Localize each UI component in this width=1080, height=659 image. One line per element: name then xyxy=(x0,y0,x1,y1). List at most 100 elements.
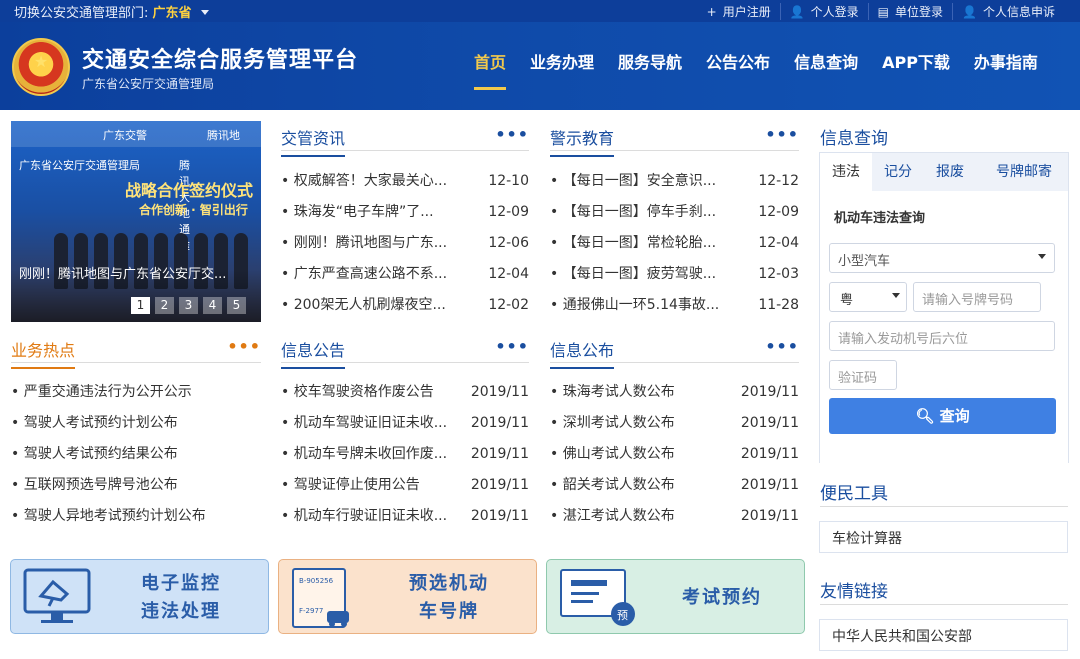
nav-app-download[interactable]: APP下载 xyxy=(882,49,950,73)
dept-name[interactable]: 广东省 xyxy=(153,6,192,21)
carousel-page-4[interactable]: 4 xyxy=(203,297,222,314)
publish-more-button[interactable]: ••• xyxy=(765,337,799,356)
account-links: + 用户注册 👤 个人登录 ▤ 单位登录 👤 个人信息申诉 xyxy=(698,3,1064,20)
list-item[interactable]: • 驾驶人考试预约结果公布 xyxy=(11,439,261,470)
notice-title[interactable]: 信息公告 xyxy=(281,337,346,369)
personal-login-link[interactable]: 👤 个人登录 xyxy=(779,3,868,20)
nav-announcements[interactable]: 公告公布 xyxy=(706,49,770,73)
unit-login-link[interactable]: ▤ 单位登录 xyxy=(867,3,952,20)
caret-down-icon[interactable] xyxy=(200,10,209,15)
notice-more-button[interactable]: ••• xyxy=(495,337,529,356)
chevron-down-icon xyxy=(1038,254,1046,259)
hot-section: 业务热点 ••• • 严重交通违法行为公开公示 • 驾驶人考试预约计划公布 • … xyxy=(11,333,261,532)
list-item[interactable]: • 严重交通违法行为公开公示 xyxy=(11,377,261,408)
register-link[interactable]: + 用户注册 xyxy=(698,3,780,20)
list-item[interactable]: • 驾驶人异地考试预约计划公布 xyxy=(11,501,261,532)
card-2-label-line1: 预选机动 xyxy=(409,573,489,594)
list-item[interactable]: • 机动车驾驶证旧证未收... 2019/11 xyxy=(281,408,529,439)
personal-login-label[interactable]: 个人登录 xyxy=(811,3,859,20)
carousel-page-3[interactable]: 3 xyxy=(179,297,198,314)
vehicle-type-select[interactable]: 小型汽车 xyxy=(829,243,1055,273)
nav-service-guide[interactable]: 服务导航 xyxy=(618,49,682,73)
list-item[interactable]: • 湛江考试人数公布 2019/11 xyxy=(550,501,799,532)
register-label[interactable]: 用户注册 xyxy=(723,3,771,20)
publish-title[interactable]: 信息公布 xyxy=(550,337,615,369)
nav-info-query[interactable]: 信息查询 xyxy=(794,49,858,73)
province-select[interactable]: 粤 xyxy=(829,282,907,312)
exam-appointment-card[interactable]: 预 考试预约 xyxy=(546,559,805,634)
tab-points[interactable]: 记分 xyxy=(872,153,924,191)
appeal-label[interactable]: 个人信息申诉 xyxy=(983,3,1055,20)
list-item[interactable]: • 通报佛山一环5.14事故... 11-28 xyxy=(550,290,799,321)
list-item[interactable]: • 【每日一图】停车手刹... 12-09 xyxy=(550,197,799,228)
appeal-link[interactable]: 👤 个人信息申诉 xyxy=(952,3,1064,20)
warning-title[interactable]: 警示教育 xyxy=(550,125,615,157)
list-item[interactable]: • 深圳考试人数公布 2019/11 xyxy=(550,408,799,439)
dept-switcher[interactable]: 切换公安交通管理部门: 广东省 xyxy=(14,2,209,21)
banner-caption[interactable]: 刚刚！腾讯地图与广东省公安厅交... xyxy=(19,263,255,282)
banner-orgs: 广东省公安厅交通管理局 腾讯大地通途 xyxy=(19,157,190,252)
news-more-button[interactable]: ••• xyxy=(495,125,529,144)
carousel-page-1[interactable]: 1 xyxy=(131,297,150,314)
query-title: 信息查询 xyxy=(820,129,888,149)
query-button[interactable]: 🔍︎ 查询 xyxy=(829,398,1056,434)
mps-link[interactable]: 中华人民共和国公安部 xyxy=(819,619,1068,651)
list-item[interactable]: • 机动车行驶证旧证未收... 2019/11 xyxy=(281,501,529,532)
warning-more-button[interactable]: ••• xyxy=(765,125,799,144)
list-item[interactable]: • 权威解答！大家最关心... 12-10 xyxy=(281,166,529,197)
notice-header: 信息公告 ••• xyxy=(281,333,529,369)
banner-headline: 战略合作签约仪式 xyxy=(125,181,254,200)
site-title[interactable]: 交通安全综合服务管理平台 xyxy=(82,42,358,74)
inspection-calculator-link[interactable]: 车检计算器 xyxy=(819,521,1068,553)
dept-prefix: 切换公安交通管理部门: xyxy=(14,6,149,21)
list-item[interactable]: • 【每日一图】疲劳驾驶... 12-03 xyxy=(550,259,799,290)
list-item[interactable]: • 机动车号牌未收回作废... 2019/11 xyxy=(281,439,529,470)
warning-section: 警示教育 ••• • 【每日一图】安全意识... 12-12 • 【每日一图】停车… xyxy=(550,121,799,321)
nav-business[interactable]: 业务办理 xyxy=(530,49,594,73)
plate-preselect-card[interactable]: B-905256 F-2977 预选机动 车号牌 xyxy=(278,559,537,634)
list-item[interactable]: • 【每日一图】常检轮胎... 12-04 xyxy=(550,228,799,259)
list-item[interactable]: • 韶关考试人数公布 2019/11 xyxy=(550,470,799,501)
news-header: 交管资讯 ••• xyxy=(281,121,529,157)
e-monitor-violation-card[interactable]: 电子监控 违法处理 xyxy=(10,559,269,634)
list-item[interactable]: • 200架无人机刷爆夜空... 12-02 xyxy=(281,290,529,321)
nav-home[interactable]: 首页 xyxy=(474,49,507,90)
list-item[interactable]: • 驾驶人考试预约计划公布 xyxy=(11,408,261,439)
query-form-title: 机动车违法查询 xyxy=(834,211,926,226)
list-item[interactable]: • 【每日一图】安全意识... 12-12 xyxy=(550,166,799,197)
captcha-input[interactable]: 验证码 xyxy=(829,360,897,390)
list-item[interactable]: • 佛山考试人数公布 2019/11 xyxy=(550,439,799,470)
hot-list: • 严重交通违法行为公开公示 • 驾驶人考试预约计划公布 • 驾驶人考试预约结果… xyxy=(11,377,261,532)
news-title[interactable]: 交管资讯 xyxy=(281,125,346,157)
list-item[interactable]: • 珠海发“电子车牌”了... 12-09 xyxy=(281,197,529,228)
list-item[interactable]: • 互联网预选号牌号池公布 xyxy=(11,470,261,501)
hot-more-button[interactable]: ••• xyxy=(227,337,261,356)
hot-title[interactable]: 业务热点 xyxy=(11,337,76,369)
police-emblem-logo[interactable]: ★ xyxy=(12,38,70,96)
plus-icon: + xyxy=(706,4,717,19)
nav-guide[interactable]: 办事指南 xyxy=(974,49,1038,73)
list-item[interactable]: • 驾驶证停止使用公告 2019/11 xyxy=(281,470,529,501)
news-carousel[interactable]: 广东交警 腾讯地 广东省公安厅交通管理局 腾讯大地通途 战略合作签约仪式 合作创… xyxy=(11,121,261,322)
news-list: • 权威解答！大家最关心... 12-10 • 珠海发“电子车牌”了... 12-0… xyxy=(281,166,529,321)
list-item[interactable]: • 广东严查高速公路不系... 12-04 xyxy=(281,259,529,290)
tab-scrap[interactable]: 报废 xyxy=(924,153,976,191)
search-icon: 🔍︎ xyxy=(915,407,935,425)
tab-violation[interactable]: 违法 xyxy=(820,153,872,191)
carousel-page-5[interactable]: 5 xyxy=(227,297,246,314)
tools-header: 便民工具 xyxy=(820,477,1068,507)
list-item[interactable]: • 珠海考试人数公布 2019/11 xyxy=(550,377,799,408)
list-item[interactable]: • 刚刚！腾讯地图与广东... 12-06 xyxy=(281,228,529,259)
province-value: 粤 xyxy=(840,293,854,308)
carousel-page-2[interactable]: 2 xyxy=(155,297,174,314)
engine-number-input[interactable]: 请输入发动机号后六位 xyxy=(829,321,1055,351)
publish-section: 信息公布 ••• • 珠海考试人数公布 2019/11 • 深圳考试人数公布 201… xyxy=(550,333,799,532)
tab-plate-mail[interactable]: 号牌邮寄 xyxy=(984,153,1064,191)
list-item[interactable]: • 校车驾驶资格作废公告 2019/11 xyxy=(281,377,529,408)
site-subtitle: 广东省公安厅交通管理局 xyxy=(82,77,215,91)
query-form: 机动车违法查询 小型汽车 粤 请输入号牌号码 请输入发动机号后六位 验证码 🔍︎… xyxy=(820,191,1068,463)
unit-login-label[interactable]: 单位登录 xyxy=(895,3,943,20)
vehicle-type-value: 小型汽车 xyxy=(838,254,891,269)
plate-number-input[interactable]: 请输入号牌号码 xyxy=(913,282,1041,312)
query-header: 信息查询 xyxy=(820,122,1068,152)
